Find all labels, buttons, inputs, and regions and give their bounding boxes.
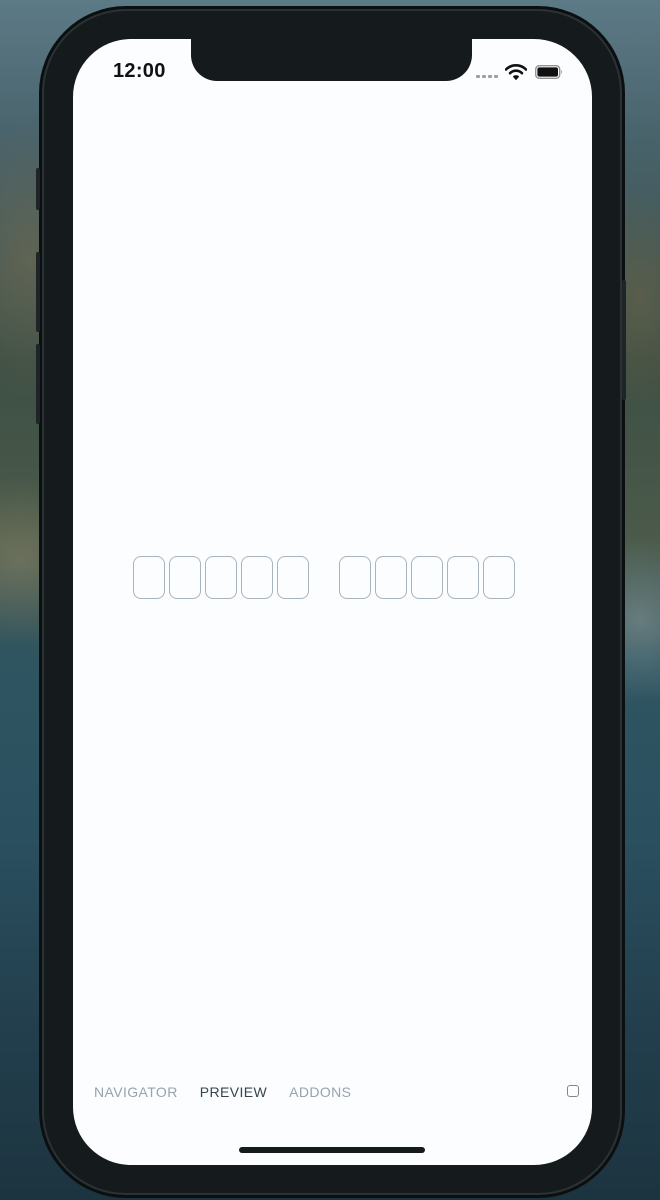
tab-navigator[interactable]: NAVIGATOR <box>94 1084 178 1100</box>
code-group-2 <box>339 556 515 599</box>
power-button <box>622 280 626 400</box>
code-digit-box[interactable] <box>241 556 273 599</box>
battery-icon <box>535 65 562 79</box>
phone-screen: 12:00 NAVIGATOR PREVIEW ADDONS <box>73 39 592 1165</box>
verification-code-input <box>133 556 515 599</box>
code-digit-box[interactable] <box>205 556 237 599</box>
code-digit-box[interactable] <box>339 556 371 599</box>
code-digit-box[interactable] <box>447 556 479 599</box>
code-digit-box[interactable] <box>133 556 165 599</box>
wifi-icon <box>505 64 527 80</box>
code-group-1 <box>133 556 309 599</box>
addon-panel-tabs: NAVIGATOR PREVIEW ADDONS <box>94 1084 351 1100</box>
tab-addons[interactable]: ADDONS <box>289 1084 351 1100</box>
volume-up-button <box>36 252 40 332</box>
home-indicator[interactable] <box>239 1147 425 1153</box>
code-digit-box[interactable] <box>411 556 443 599</box>
silent-switch <box>36 168 40 210</box>
tab-preview[interactable]: PREVIEW <box>200 1084 267 1100</box>
notch <box>191 39 472 81</box>
code-digit-box[interactable] <box>169 556 201 599</box>
code-digit-box[interactable] <box>375 556 407 599</box>
volume-down-button <box>36 344 40 424</box>
status-time: 12:00 <box>113 60 166 82</box>
addon-panel-toggle-checkbox[interactable] <box>567 1085 579 1097</box>
cellular-signal-icon <box>476 75 498 78</box>
code-digit-box[interactable] <box>483 556 515 599</box>
code-digit-box[interactable] <box>277 556 309 599</box>
